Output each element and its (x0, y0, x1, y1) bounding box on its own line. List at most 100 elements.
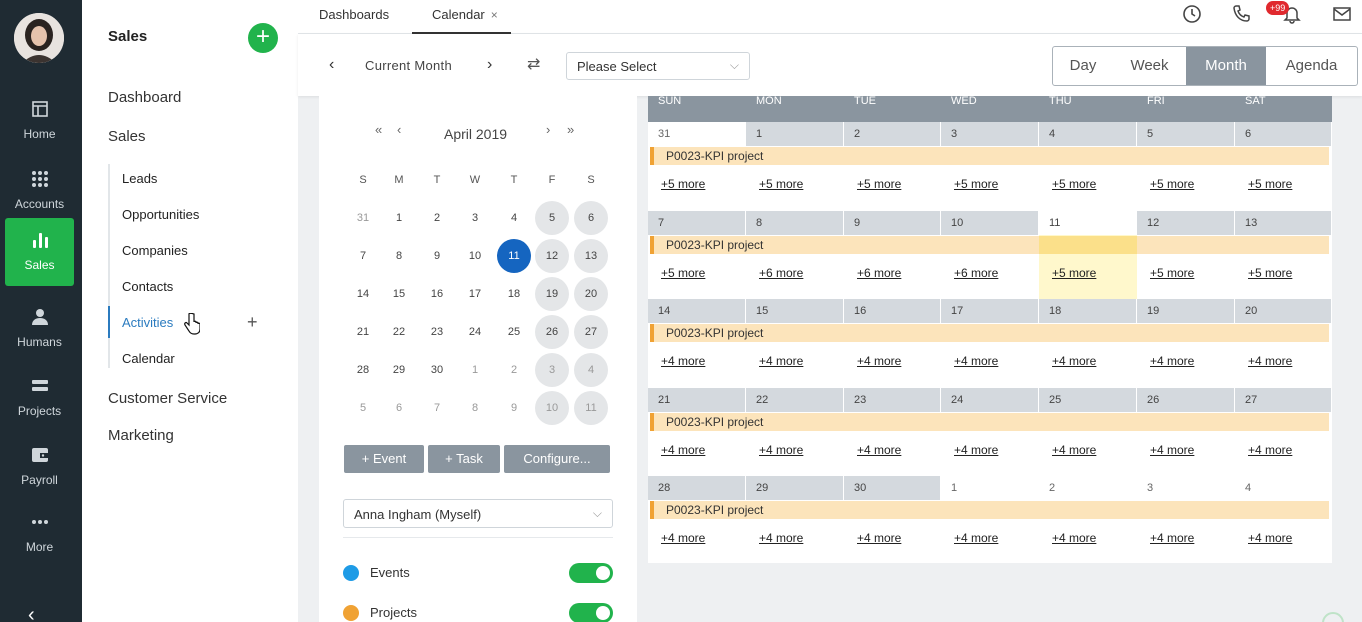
nav-item-sales[interactable]: Sales (108, 128, 146, 145)
prev-month-button[interactable]: ‹ (329, 56, 334, 74)
nav-item-customer-service[interactable]: Customer Service (108, 390, 227, 407)
day-number[interactable]: 17 (941, 299, 1039, 323)
mini-day[interactable]: 1 (458, 353, 492, 387)
mini-day[interactable]: 17 (458, 277, 492, 311)
day-number[interactable]: 11 (1039, 210, 1137, 235)
event-bar[interactable]: P0023-KPI project (650, 501, 1329, 519)
day-number[interactable]: 25 (1039, 387, 1137, 412)
rail-item-payroll[interactable]: Payroll (5, 433, 74, 501)
day-number[interactable]: 12 (1137, 210, 1235, 235)
more-events-link[interactable]: +4 more (954, 443, 998, 457)
day-number[interactable]: 1 (941, 476, 1039, 500)
help-widget-icon[interactable] (1322, 612, 1344, 622)
nav-item-activities[interactable]: Activities (122, 315, 173, 330)
day-number[interactable]: 14 (648, 299, 746, 323)
current-month-button[interactable]: Current Month (365, 58, 452, 73)
mini-day[interactable]: 30 (420, 353, 454, 387)
next-year-button[interactable]: » (567, 122, 574, 137)
rail-item-sales[interactable]: Sales (5, 218, 74, 286)
next-month-button[interactable]: › (487, 56, 492, 74)
more-events-link[interactable]: +5 more (759, 177, 803, 191)
more-events-link[interactable]: +5 more (661, 266, 705, 280)
add-activity-icon[interactable]: + (247, 312, 258, 333)
more-events-link[interactable]: +4 more (1052, 443, 1096, 457)
more-events-link[interactable]: +4 more (954, 531, 998, 545)
more-events-link[interactable]: +4 more (1248, 443, 1292, 457)
more-events-link[interactable]: +4 more (1150, 443, 1194, 457)
avatar[interactable] (14, 13, 64, 63)
more-events-link[interactable]: +6 more (954, 266, 998, 280)
mini-day[interactable]: 3 (458, 201, 492, 235)
mini-day[interactable]: 2 (497, 353, 531, 387)
mini-day[interactable]: 28 (346, 353, 380, 387)
day-number[interactable]: 8 (746, 210, 844, 235)
mini-day[interactable]: 7 (420, 391, 454, 425)
view-day-button[interactable]: Day (1053, 47, 1113, 85)
nav-item-leads[interactable]: Leads (122, 171, 157, 186)
mini-day[interactable]: 2 (420, 201, 454, 235)
day-number[interactable]: 3 (941, 122, 1039, 146)
rail-item-projects[interactable]: Projects (5, 364, 74, 432)
mini-day[interactable]: 9 (420, 239, 454, 273)
clock-icon[interactable] (1182, 4, 1204, 26)
day-number[interactable]: 31 (648, 122, 746, 146)
more-events-link[interactable]: +4 more (759, 443, 803, 457)
mini-day[interactable]: 25 (497, 315, 531, 349)
day-number[interactable]: 4 (1039, 122, 1137, 146)
more-events-link[interactable]: +4 more (1248, 354, 1292, 368)
mini-day[interactable]: 4 (574, 353, 608, 387)
more-events-link[interactable]: +5 more (1248, 177, 1292, 191)
mini-day[interactable]: 9 (497, 391, 531, 425)
more-events-link[interactable]: +4 more (857, 354, 901, 368)
add-button[interactable]: + (248, 23, 278, 53)
mini-day[interactable]: 11 (574, 391, 608, 425)
day-number[interactable]: 7 (648, 210, 746, 235)
day-number[interactable]: 15 (746, 299, 844, 323)
mini-day[interactable]: 27 (574, 315, 608, 349)
rail-item-more[interactable]: More (5, 500, 74, 568)
more-events-link[interactable]: +5 more (661, 177, 705, 191)
more-events-link[interactable]: +6 more (759, 266, 803, 280)
mini-day[interactable]: 22 (382, 315, 416, 349)
day-number[interactable]: 26 (1137, 387, 1235, 412)
nav-item-opportunities[interactable]: Opportunities (122, 207, 199, 222)
day-number[interactable]: 19 (1137, 299, 1235, 323)
day-number[interactable]: 30 (844, 476, 941, 500)
more-events-link[interactable]: +5 more (954, 177, 998, 191)
view-agenda-button[interactable]: Agenda (1266, 47, 1357, 85)
mini-day[interactable]: 10 (535, 391, 569, 425)
day-number[interactable]: 3 (1137, 476, 1235, 500)
configure-button[interactable]: Configure... (504, 445, 610, 473)
rail-item-humans[interactable]: Humans (5, 295, 74, 363)
mini-day[interactable]: 26 (535, 315, 569, 349)
more-events-link[interactable]: +5 more (857, 177, 901, 191)
mini-day[interactable]: 19 (535, 277, 569, 311)
day-number[interactable]: 1 (746, 122, 844, 146)
mini-day[interactable]: 13 (574, 239, 608, 273)
mini-day[interactable]: 15 (382, 277, 416, 311)
mini-day[interactable]: 8 (382, 239, 416, 273)
nav-item-companies[interactable]: Companies (122, 243, 188, 258)
day-number[interactable]: 4 (1235, 476, 1332, 500)
nav-item-calendar[interactable]: Calendar (122, 351, 175, 366)
event-bar[interactable]: P0023-KPI project (650, 412, 1329, 431)
mini-day[interactable]: 11 (497, 239, 531, 273)
view-week-button[interactable]: Week (1113, 47, 1186, 85)
nav-item-contacts[interactable]: Contacts (122, 279, 173, 294)
mini-day[interactable]: 8 (458, 391, 492, 425)
more-events-link[interactable]: +4 more (857, 443, 901, 457)
mini-day[interactable]: 7 (346, 239, 380, 273)
filter-toggle-projects[interactable] (569, 603, 613, 622)
more-events-link[interactable]: +5 more (1052, 177, 1096, 191)
day-number[interactable]: 2 (844, 122, 941, 146)
mini-day[interactable]: 24 (458, 315, 492, 349)
more-events-link[interactable]: +6 more (857, 266, 901, 280)
more-events-link[interactable]: +4 more (759, 531, 803, 545)
event-bar[interactable]: P0023-KPI project (650, 324, 1329, 342)
day-number[interactable]: 10 (941, 210, 1039, 235)
more-events-link[interactable]: +4 more (1150, 531, 1194, 545)
mini-day[interactable]: 18 (497, 277, 531, 311)
mini-day[interactable]: 16 (420, 277, 454, 311)
day-number[interactable]: 22 (746, 387, 844, 412)
view-month-button[interactable]: Month (1186, 47, 1266, 85)
